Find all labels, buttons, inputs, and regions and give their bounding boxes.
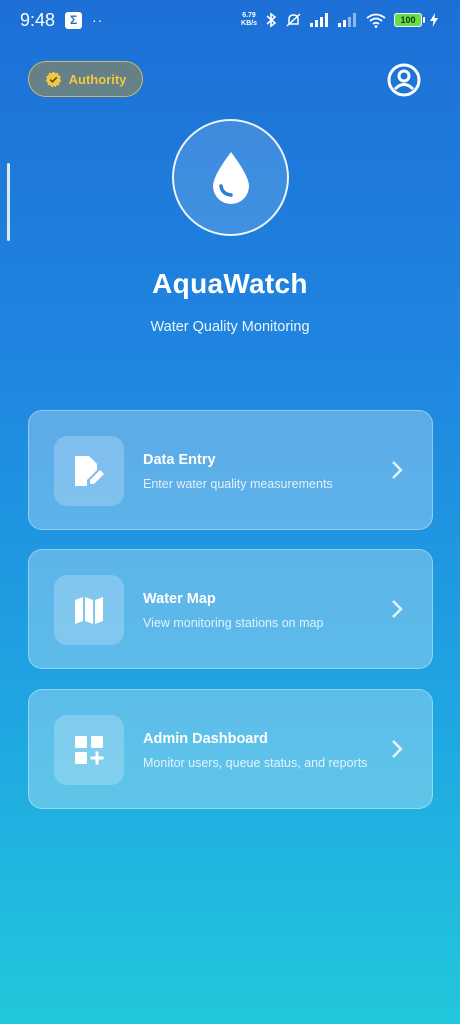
app-subtitle: Water Quality Monitoring bbox=[150, 319, 310, 335]
charging-icon bbox=[430, 13, 438, 27]
status-right: 6.79 KB/s 100 bbox=[241, 12, 438, 28]
bluetooth-icon bbox=[266, 12, 277, 28]
water-map-card[interactable]: Water Map View monitoring stations on ma… bbox=[28, 549, 433, 669]
chevron-right-icon bbox=[392, 600, 403, 618]
mute-bell-icon bbox=[286, 13, 301, 27]
chevron-right-icon bbox=[392, 461, 403, 479]
map-icon bbox=[75, 597, 103, 624]
notification-app-icon: Σ bbox=[65, 11, 83, 29]
data-entry-icon-box bbox=[54, 436, 124, 506]
signal-icon bbox=[310, 13, 328, 27]
network-speed: 6.79 KB/s bbox=[241, 12, 257, 28]
app-logo bbox=[172, 119, 289, 236]
wifi-icon bbox=[366, 13, 386, 28]
status-time: 9:48 bbox=[20, 9, 56, 30]
admin-dashboard-title: Admin Dashboard bbox=[143, 731, 268, 747]
verified-icon bbox=[45, 71, 61, 87]
data-entry-title: Data Entry bbox=[143, 452, 216, 468]
signal-2-icon bbox=[338, 13, 356, 27]
app-title: AquaWatch bbox=[152, 268, 308, 299]
water-map-description: View monitoring stations on map bbox=[143, 616, 324, 630]
edit-document-icon bbox=[75, 456, 104, 486]
admin-dashboard-card[interactable]: Admin Dashboard Monitor users, queue sta… bbox=[28, 689, 433, 809]
admin-dashboard-icon-box bbox=[54, 715, 124, 785]
admin-dashboard-description: Monitor users, queue status, and reports bbox=[143, 756, 368, 770]
authority-badge[interactable]: Authority bbox=[28, 61, 143, 97]
status-bar: 9:48 Σ ·· 6.79 KB/s 100 bbox=[0, 0, 460, 40]
status-left: 9:48 Σ ·· bbox=[20, 10, 103, 31]
water-map-title: Water Map bbox=[143, 591, 216, 607]
scroll-indicator[interactable] bbox=[7, 163, 10, 241]
profile-button[interactable] bbox=[386, 62, 422, 98]
water-map-icon-box bbox=[54, 575, 124, 645]
more-notifications-icon: ·· bbox=[92, 12, 104, 28]
account-circle-icon bbox=[387, 63, 421, 97]
battery-indicator: 100 bbox=[394, 13, 425, 27]
network-speed-unit: KB/s bbox=[241, 20, 257, 27]
data-entry-description: Enter water quality measurements bbox=[143, 477, 333, 491]
water-drop-icon bbox=[212, 151, 249, 204]
dashboard-add-icon bbox=[75, 736, 104, 765]
data-entry-card[interactable]: Data Entry Enter water quality measureme… bbox=[28, 410, 433, 530]
authority-label: Authority bbox=[68, 71, 127, 87]
network-speed-value: 6.79 bbox=[242, 12, 256, 19]
chevron-right-icon bbox=[392, 740, 403, 758]
